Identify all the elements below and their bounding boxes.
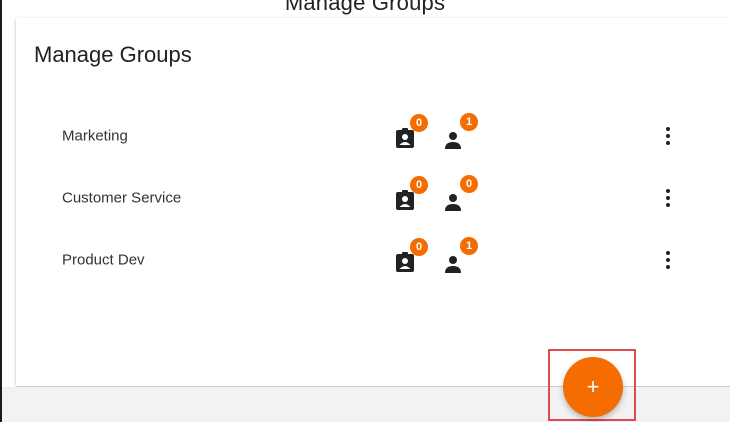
more-dot [666,189,670,193]
group-name: Customer Service [62,189,182,207]
more-dot [666,251,670,255]
clipboard-account-icon [396,128,414,148]
clipboard-badge-wrapper: 0 [396,176,428,210]
person-count-badge: 1 [460,113,478,131]
clipboard-badge-wrapper: 0 [396,238,428,272]
card-title: Manage Groups [34,42,192,67]
clipboard-count-badge: 0 [410,114,428,132]
clipboard-count-badge: 0 [410,176,428,194]
clipboard-account-icon [396,190,414,210]
group-name: Marketing [62,127,128,145]
add-group-fab[interactable]: + [563,357,623,417]
plus-icon: + [586,374,600,399]
more-dot [666,196,670,200]
person-badge-wrapper: 0 [444,175,478,211]
group-row[interactable]: Marketing 0 1 [16,106,716,166]
clipboard-account-icon [396,252,414,272]
group-row[interactable]: Product Dev 0 1 [16,230,716,290]
more-vert-icon[interactable] [656,122,680,150]
person-count-badge: 0 [460,175,478,193]
more-dot [666,265,670,269]
person-icon [445,132,461,149]
person-icon [445,194,461,211]
more-vert-icon[interactable] [656,184,680,212]
app-frame: Manage Groups Manage Groups Marketing 0 … [0,0,730,422]
more-dot [666,141,670,145]
more-dot [666,203,670,207]
person-badge-wrapper: 1 [444,113,478,149]
clipboard-badge-wrapper: 0 [396,114,428,148]
clipboard-count-badge: 0 [410,238,428,256]
person-count-badge: 1 [460,237,478,255]
page-heading: Manage Groups [284,0,446,15]
more-vert-icon[interactable] [656,246,680,274]
more-dot [666,127,670,131]
more-dot [666,258,670,262]
person-icon [445,256,461,273]
more-dot [666,134,670,138]
group-name: Product Dev [62,251,145,269]
group-row[interactable]: Customer Service 0 0 [16,168,716,228]
window-left-border [0,0,2,422]
person-badge-wrapper: 1 [444,237,478,273]
